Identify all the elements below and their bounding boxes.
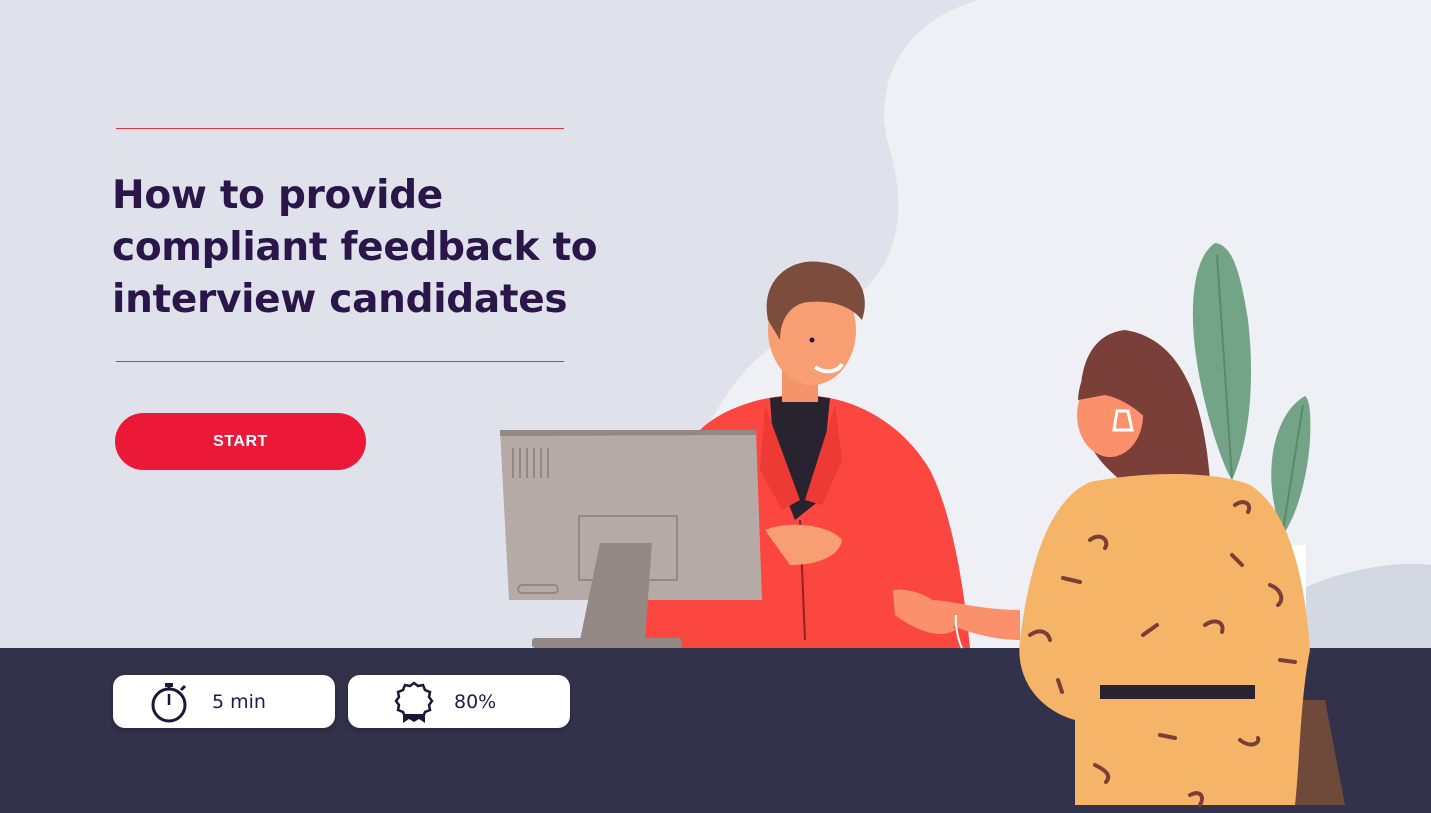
- course-cover: How to provide compliant feedback to int…: [0, 0, 1431, 813]
- recruiter-and-candidate-illustration: [500, 243, 1345, 807]
